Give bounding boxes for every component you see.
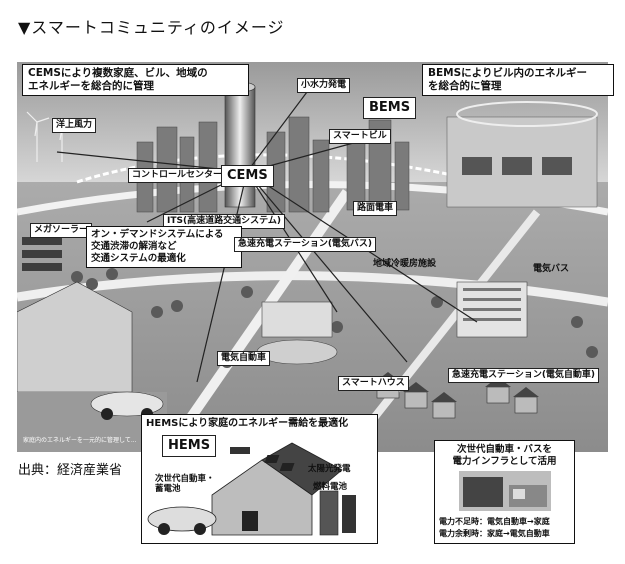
vehicle-box-title-line-1: 次世代自動車・バスを bbox=[456, 444, 552, 455]
cems-label: CEMS bbox=[221, 165, 274, 187]
garage-illustration bbox=[459, 471, 551, 511]
smart-house-label: スマートハウス bbox=[338, 376, 409, 391]
bems-description-box: BEMSによりビル内のエネルギー を総合的に管理 bbox=[422, 64, 614, 97]
tram-label: 路面電車 bbox=[353, 201, 398, 216]
cems-description-box: CEMSにより複数家庭、ビル、地域の エネルギーを総合的に管理 bbox=[22, 64, 249, 97]
smart-building-label: スマートビル bbox=[329, 129, 391, 144]
ondemand-line-2: 交通渋滞の解消など bbox=[91, 240, 177, 252]
vehicle-box-title: 次世代自動車・バスを 電力インフラとして活用 bbox=[435, 444, 574, 468]
next-gen-vehicle-line-2: 蓄電池 bbox=[155, 484, 181, 495]
bems-label: BEMS bbox=[363, 97, 417, 119]
electric-bus-label: 電気バス bbox=[533, 264, 570, 274]
power-surplus-text: 電力余剰時：家庭→電気自動車 bbox=[439, 529, 550, 538]
control-center-label: コントロールセンター bbox=[128, 168, 227, 183]
mega-solar-label: メガソーラー bbox=[30, 223, 93, 238]
next-gen-vehicle-line-1: 次世代自動車・ bbox=[155, 474, 215, 484]
small-hydro-label: 小水力発電 bbox=[297, 78, 351, 93]
hems-box: HEMSにより家庭のエネルギー需給を最適化 HEMS 次世代自動車・ 蓄電池 太… bbox=[141, 414, 378, 544]
offshore-wind-label: 洋上風力 bbox=[52, 118, 97, 133]
cems-description-line-1: CEMSにより複数家庭、ビル、地域の bbox=[28, 67, 208, 79]
bems-description-line-1: BEMSによりビル内のエネルギー bbox=[428, 67, 587, 79]
quick-charge-bus-label: 急速充電ステーション(電気バス) bbox=[234, 237, 377, 252]
power-shortage-text: 電力不足時：電気自動車→家庭 bbox=[439, 517, 550, 526]
bems-description-line-2: を総合的に管理 bbox=[428, 80, 502, 93]
quick-charge-car-label: 急速充電ステーション(電気自動車) bbox=[448, 368, 600, 383]
page-title: ▼スマートコミュニティのイメージ bbox=[18, 18, 285, 37]
district-heating-label: 地域冷暖房施設 bbox=[373, 259, 437, 269]
cems-description-line-2: エネルギーを総合的に管理 bbox=[28, 80, 154, 93]
source-credit: 出典：経済産業省 bbox=[18, 463, 123, 478]
solar-power-label: 太陽光発電 bbox=[308, 464, 351, 474]
ondemand-line-1: オン・デマンドシステムによる bbox=[91, 229, 224, 240]
vehicle-box-title-line-2: 電力インフラとして活用 bbox=[452, 455, 557, 467]
small-note-label: 家庭内のエネルギーを一元的に管理して... bbox=[23, 437, 137, 444]
electric-car-label: 電気自動車 bbox=[217, 351, 271, 366]
fuel-cell-label: 燃料電池 bbox=[313, 482, 348, 492]
vehicle-infrastructure-box: 次世代自動車・バスを 電力インフラとして活用 電力不足時：電気自動車→家庭 電力… bbox=[434, 440, 575, 544]
ondemand-line-3: 交通システムの最適化 bbox=[91, 252, 186, 264]
next-gen-vehicle-label: 次世代自動車・ 蓄電池 bbox=[152, 473, 218, 495]
ondemand-transport-box: オン・デマンドシステムによる 交通渋滞の解消など 交通システムの最適化 bbox=[86, 226, 242, 268]
